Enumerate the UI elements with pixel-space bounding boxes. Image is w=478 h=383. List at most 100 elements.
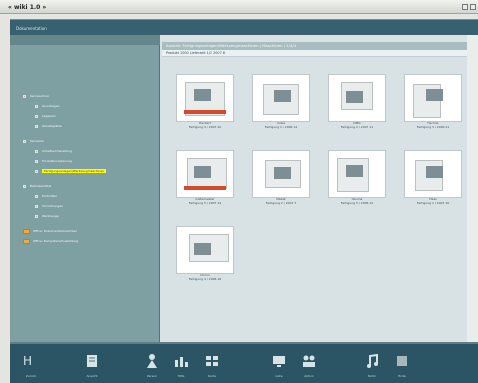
tree-node-icon [35,149,38,153]
expand-icon[interactable] [23,184,26,188]
machine-accent [184,110,226,114]
brand-icon: H [23,354,32,368]
tree-item-label: Arbeitsplätze [42,124,62,128]
tree-item[interactable]: Office: Kompetenz/Ausbildung [23,238,78,244]
machine-window [346,91,363,103]
tree-item-label: Office: Kompetenz/Ausbildung [33,239,79,243]
tree-item-label: Vorrichtungen [42,204,64,208]
machine-thumbnail-grid: Heckert Fertigung 4 / 2007 20 Index Fertigu… [169,66,475,280]
content-subheader: Produkt 1000 Lieferzeit 1/1 2007 8 [162,50,478,57]
toolbar-button-zurück[interactable]: H [22,352,40,370]
minimize-button[interactable] [462,4,468,10]
navigation-tree: Kennzeichen Grundlagen Lageplan Arbeitsplät… [10,45,160,342]
machine-thumbnail[interactable]: Okuma Fertigung 5 / 2006 12 [327,150,387,216]
machine-thumbnail[interactable]: Chiron Fertigung 4 / 2006 18 [175,226,235,292]
tree-item-label: Fertigungsanlagen/Werkzeugmaschinen [42,169,107,173]
machine-image [404,74,462,122]
svg-text:H: H [23,354,32,368]
machine-image [252,150,310,198]
machine-image [252,74,310,122]
tree-item[interactable]: Prüfmittel [35,193,57,199]
main-workspace: Kennzeichen Grundlagen Lageplan Arbeitsplät… [10,35,478,342]
tree-item-label: Betriebsmittel [30,184,52,188]
toolbar-button-label: Notiz [368,374,376,378]
people-icon [303,355,315,367]
person-icon [147,354,157,368]
toolbar-button-label: Ende [398,374,406,378]
machine-window [426,89,443,101]
toolbar-button-label: Karte [207,374,216,378]
app-menu-label: Dokumentation [16,26,47,31]
machine-image [328,150,386,198]
close-button[interactable] [470,4,476,10]
machine-window [274,90,291,102]
machine-image [176,226,234,274]
machine-thumbnail[interactable]: Haas Fertigung 1 / 2007 10 [403,150,463,216]
application-window: « wiki 1.0 » Dokumentation Kennzeichen Gr… [0,0,478,383]
expand-icon[interactable] [23,139,26,143]
machine-thumbnail[interactable]: Index Fertigung 1 / 2006 14 [251,74,311,140]
tree-item-selected[interactable]: Fertigungsanlagen/Werkzeugmaschinen [35,168,107,174]
tree-item[interactable]: Kennzahl [23,138,44,144]
toolbar-button-karte[interactable] [203,352,221,370]
thumbnail-caption: Fertigung 2 / 2007 7 [265,200,297,205]
tree-item-label: Grundlagen [42,104,60,108]
tree-item[interactable]: Kennzeichen [23,93,49,99]
tree-item[interactable]: Office: Dokumente/Ansichten [23,228,77,234]
grid-icon [206,356,218,366]
machine-thumbnail[interactable]: Heckert Fertigung 4 / 2007 20 [175,74,235,140]
machine-thumbnail[interactable]: Gildemeister Fertigung 5 / 2007 14 [175,150,235,216]
toolbar-button-label: Ansicht [86,374,98,378]
toolbar-button-label: Aktion [304,374,314,378]
tree-item[interactable]: Grundlagen [35,103,60,109]
tree-item-label: Office: Dokumente/Ansichten [33,229,77,233]
machine-image [404,150,462,198]
tree-item-label: Lageplan [42,114,56,118]
toolbar-button-ende[interactable] [393,352,411,370]
tree-item-label: Kennzeichen [30,94,50,98]
tree-item[interactable]: Produktionsplanung [35,158,72,164]
tree-item-label: Werkzeuge [42,214,59,218]
toolbar-button-person[interactable] [143,352,161,370]
tree-item[interactable]: Arbeitsplätze [35,123,62,129]
chart-icon [175,357,188,367]
thumbnail-caption: Fertigung 4 / 2006 18 [188,276,222,281]
machine-thumbnail[interactable]: Mazak Fertigung 2 / 2007 7 [251,150,311,216]
tree-item-label: Produktionsplanung [42,159,72,163]
box-icon [397,356,407,366]
machine-image [328,74,386,122]
machine-image [176,74,234,122]
tree-item-label: Arbeitsvorbereitung [42,149,72,153]
tree-item[interactable]: Arbeitsvorbereitung [35,148,72,154]
toolbar-button-label: Person [146,374,158,378]
expand-icon[interactable] [23,94,26,98]
tree-item[interactable]: Vorrichtungen [35,203,63,209]
toolbar-button-hilfe[interactable] [172,352,190,370]
toolbar-button-ansicht[interactable] [83,352,101,370]
toolbar-button-notiz[interactable] [363,352,381,370]
toolbar-button-label: Liste [275,374,283,378]
toolbar-button-aktion[interactable] [300,352,318,370]
thumbnail-caption: Fertigung 1 / 2007 10 [416,200,450,205]
content-header: Ansicht: Fertigungsanlagen/Werkzeugmasch… [162,42,478,50]
tree-item[interactable]: Lageplan [35,113,56,119]
machine-accent [184,186,226,190]
machine-thumbnail[interactable]: DMG Fertigung 2 / 2007 11 [327,74,387,140]
tree-node-icon [35,104,38,108]
folder-icon [23,228,30,234]
tree-node-icon [35,169,38,173]
tree-node-icon [35,204,38,208]
thumbnail-caption: Fertigung 5 / 2006 12 [340,200,374,205]
music-icon [367,353,378,368]
toolbar-button-label: Zurück [25,374,37,378]
machine-window [274,167,291,179]
tree-node-icon [35,114,38,118]
machine-window [194,166,211,178]
tree-item[interactable]: Betriebsmittel [23,183,51,189]
tree-item[interactable]: Werkzeuge [35,213,59,219]
toolbar-button-label: Hilfe [177,374,185,378]
tree-node-icon [35,124,38,128]
document-icon [87,355,97,367]
toolbar-button-liste[interactable] [270,352,288,370]
machine-thumbnail[interactable]: Hermle Fertigung 3 / 2006 21 [403,74,463,140]
